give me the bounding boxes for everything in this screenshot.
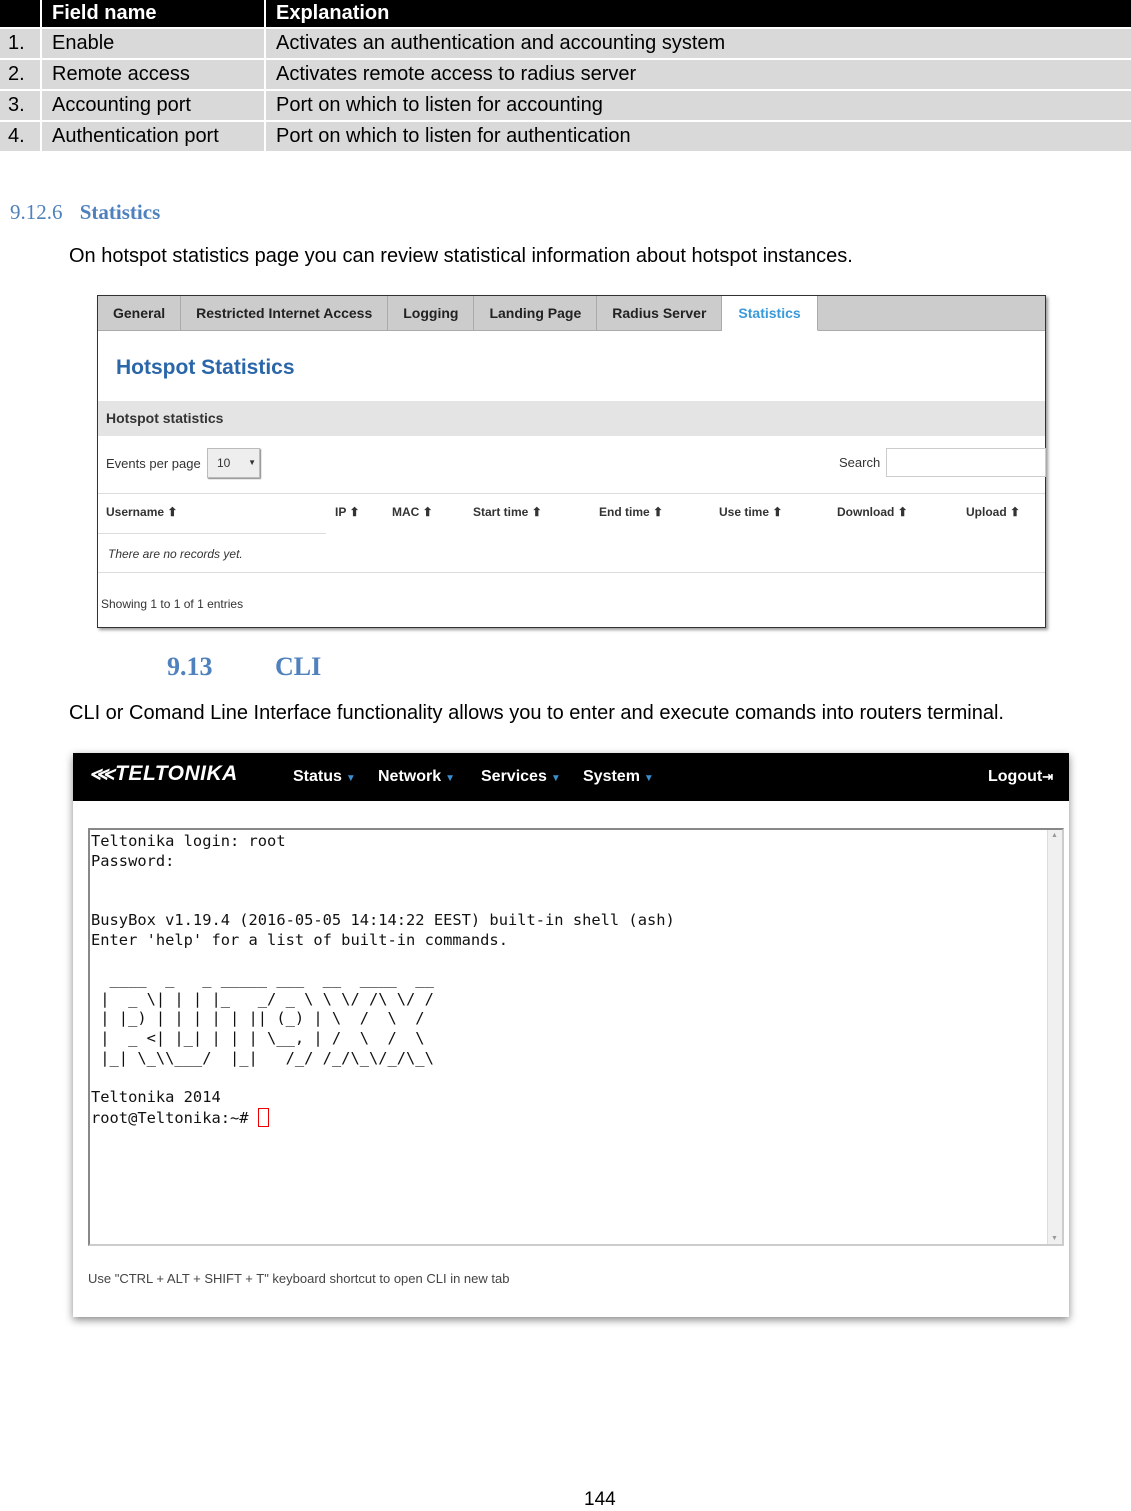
table-row: 2. Remote access Activates remote access t… xyxy=(0,60,1131,89)
column-start-time[interactable]: Start time ⬆ xyxy=(473,505,542,519)
tab-bar: General Restricted Internet Access Loggi… xyxy=(98,296,1045,331)
cell: Remote access xyxy=(42,60,264,89)
section-heading-cli: 9.13 CLI xyxy=(167,652,321,682)
tab-general[interactable]: General xyxy=(98,296,182,330)
sort-icon: ⬆ xyxy=(772,505,783,519)
menu-status[interactable]: Status ▼ xyxy=(293,768,356,786)
table-row: 4. Authentication port Port on which to li… xyxy=(0,122,1131,151)
shortcut-hint: Use "CTRL + ALT + SHIFT + T" keyboard sh… xyxy=(88,1271,510,1286)
cell: 3. xyxy=(0,91,40,120)
divider xyxy=(98,533,326,534)
caret-down-icon: ▼ xyxy=(643,773,654,784)
menu-services[interactable]: Services ▼ xyxy=(481,768,561,786)
teltonika-logo[interactable]: ⋘TELTONIKA xyxy=(89,762,238,786)
sort-icon: ⬆ xyxy=(422,505,433,519)
navbar: ⋘TELTONIKA Status ▼ Network ▼ Services ▼ Sy… xyxy=(73,753,1069,801)
caret-down-icon: ▼ xyxy=(345,773,356,784)
section-heading-statistics: 9.12.6 Statistics xyxy=(10,200,160,225)
column-download[interactable]: Download ⬆ xyxy=(837,505,908,519)
section-header: Hotspot statistics xyxy=(98,401,1045,436)
terminal-scrollbar[interactable]: ▲ ▼ xyxy=(1047,830,1062,1244)
sort-icon: ⬆ xyxy=(653,505,664,519)
cell: 1. xyxy=(0,29,40,58)
cell: Port on which to listen for accounting xyxy=(266,91,1131,120)
caret-down-icon: ▼ xyxy=(445,773,456,784)
sort-icon: ⬆ xyxy=(1010,505,1021,519)
section-title: CLI xyxy=(275,652,322,681)
section-number: 9.12.6 xyxy=(10,200,63,224)
section-number: 9.13 xyxy=(167,652,213,681)
column-mac[interactable]: MAC ⬆ xyxy=(392,505,433,519)
header-explanation: Explanation xyxy=(266,0,1131,27)
cell: Port on which to listen for authenticati… xyxy=(266,122,1131,151)
cell: Authentication port xyxy=(42,122,264,151)
search-input[interactable] xyxy=(886,448,1046,477)
field-table: Field name Explanation 1. Enable Activates… xyxy=(0,0,1131,153)
section-title: Statistics xyxy=(79,200,161,224)
events-per-page-select[interactable]: 10 ▼ xyxy=(207,448,260,478)
column-use-time[interactable]: Use time ⬆ xyxy=(719,505,782,519)
cell: Enable xyxy=(42,29,264,58)
empty-message: There are no records yet. xyxy=(108,547,243,561)
cell: 4. xyxy=(0,122,40,151)
cli-screenshot: ⋘TELTONIKA Status ▼ Network ▼ Services ▼ Sy… xyxy=(73,753,1069,1317)
cell: Accounting port xyxy=(42,91,264,120)
logout-icon: ⇥ xyxy=(1042,769,1054,784)
sort-icon: ⬆ xyxy=(167,505,178,519)
divider xyxy=(98,572,1045,573)
table-row: 1. Enable Activates an authentication and … xyxy=(0,29,1131,58)
tab-statistics[interactable]: Statistics xyxy=(722,296,818,331)
caret-down-icon: ▼ xyxy=(550,773,561,784)
column-upload[interactable]: Upload ⬆ xyxy=(966,505,1020,519)
tab-radius-server[interactable]: Radius Server xyxy=(597,296,723,330)
showing-entries: Showing 1 to 1 of 1 entries xyxy=(101,597,244,611)
dropdown-arrow-icon: ▼ xyxy=(248,458,256,467)
page-title: Hotspot Statistics xyxy=(116,356,295,379)
logout-button[interactable]: Logout⇥ xyxy=(988,768,1053,786)
terminal[interactable]: Teltonika login: root Password: BusyBox … xyxy=(88,828,1064,1246)
table-row: 3. Accounting port Port on which to listen… xyxy=(0,91,1131,120)
cursor-icon xyxy=(257,1107,269,1127)
section-paragraph: On hotspot statistics page you can revie… xyxy=(69,245,853,267)
column-end-time[interactable]: End time ⬆ xyxy=(599,505,663,519)
sort-icon: ⬆ xyxy=(897,505,908,519)
cell: 2. xyxy=(0,60,40,89)
events-per-page-label: Events per page xyxy=(106,456,201,471)
menu-network[interactable]: Network ▼ xyxy=(378,768,455,786)
sort-icon: ⬆ xyxy=(531,505,542,519)
cell: Activates an authentication and accounti… xyxy=(266,29,1131,58)
table-header: Field name Explanation xyxy=(0,0,1131,27)
tab-restricted-internet-access[interactable]: Restricted Internet Access xyxy=(181,296,389,330)
header-field-name: Field name xyxy=(42,0,264,27)
sort-icon: ⬆ xyxy=(349,505,360,519)
terminal-output: Teltonika login: root Password: BusyBox … xyxy=(91,832,675,1127)
terminal-prompt: root@Teltonika:~# xyxy=(91,1108,258,1127)
tab-landing-page[interactable]: Landing Page xyxy=(474,296,598,330)
table-header-row: Username ⬆ IP ⬆ MAC ⬆ Start time ⬆ End t… xyxy=(98,493,1045,533)
menu-system[interactable]: System ▼ xyxy=(583,768,654,786)
tab-logging[interactable]: Logging xyxy=(388,296,475,330)
logo-icon: ⋘ xyxy=(89,764,116,784)
cell: Activates remote access to radius server xyxy=(266,60,1131,89)
column-username[interactable]: Username ⬆ xyxy=(106,505,177,519)
section-paragraph: CLI or Comand Line Interface functionali… xyxy=(69,702,1004,724)
page-number: 144 xyxy=(584,1489,616,1510)
search-label: Search xyxy=(839,455,881,470)
column-ip[interactable]: IP ⬆ xyxy=(335,505,360,519)
select-value: 10 xyxy=(217,456,231,470)
header-num xyxy=(0,0,40,27)
hotspot-statistics-screenshot: General Restricted Internet Access Loggi… xyxy=(97,295,1046,628)
